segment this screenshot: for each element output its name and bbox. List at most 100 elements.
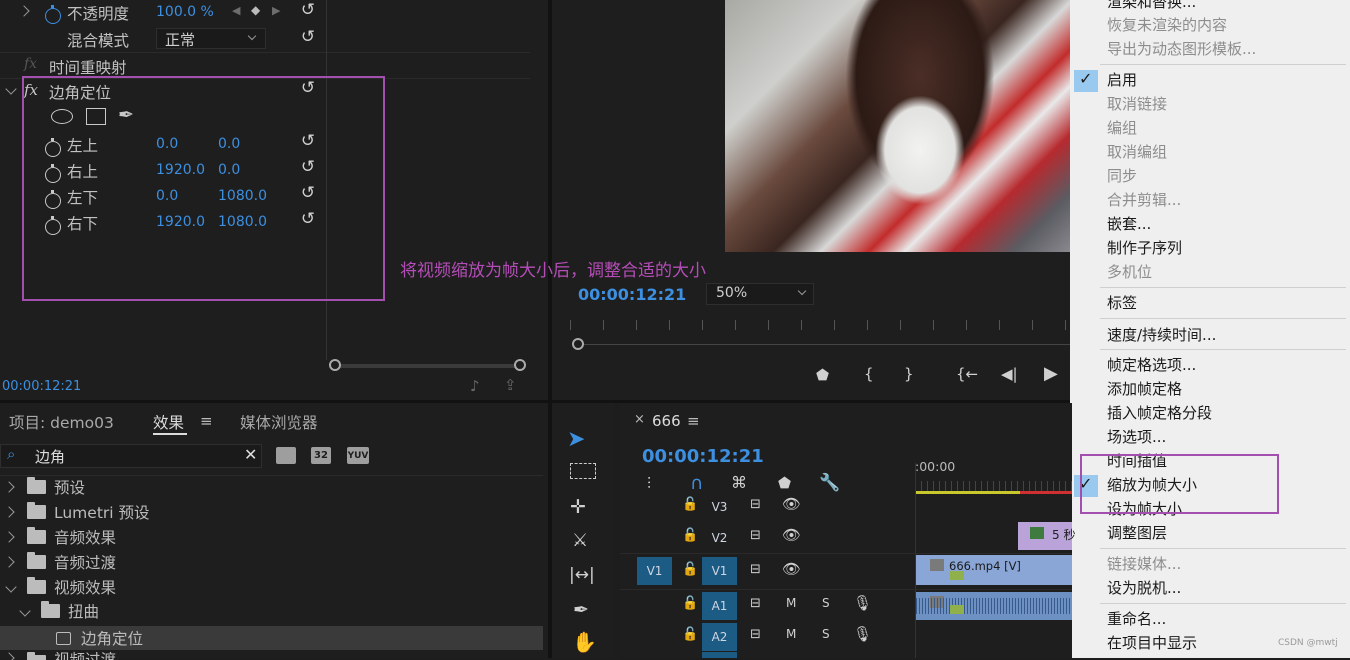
chevron-right-icon[interactable] (3, 481, 15, 493)
clip-a1[interactable] (916, 592, 1072, 620)
menu-item-merge-clips[interactable]: 合并剪辑... (1107, 189, 1181, 211)
blend-mode-dropdown[interactable]: 正常 (156, 28, 266, 49)
clip-v1[interactable]: 666.mp4 [V] (916, 555, 1072, 585)
tab-menu-icon[interactable]: ≡ (200, 412, 213, 430)
menu-item-adjustment-layer[interactable]: 调整图层 (1107, 522, 1167, 544)
export-icon[interactable]: ⇪ (504, 376, 517, 394)
track-target-a2[interactable]: A2 (702, 623, 737, 651)
menu-item-enable[interactable]: 启用 (1107, 69, 1137, 91)
menu-item-make-offline[interactable]: 设为脱机... (1107, 577, 1181, 599)
scrollbar-handle-left[interactable] (329, 359, 341, 371)
timeline-timecode[interactable]: 00:00:12:21 (642, 446, 764, 467)
menu-item-reveal-in-project[interactable]: 在项目中显示 (1107, 632, 1197, 654)
track-target-v1[interactable]: V1 (702, 557, 737, 585)
menu-item-make-subsequence[interactable]: 制作子序列 (1107, 237, 1182, 259)
zoom-dropdown[interactable]: 50% (706, 283, 814, 305)
tree-item-lumetri-presets[interactable]: Lumetri 预设 (0, 500, 543, 524)
lock-icon[interactable]: 🔓 (682, 562, 698, 577)
eye-icon[interactable]: 👁 (782, 526, 801, 544)
menu-item-render-replace[interactable]: 渲染和替换... (1107, 0, 1196, 13)
tab-menu-icon[interactable]: ≡ (687, 412, 700, 430)
razor-tool-icon[interactable]: ⚔ (572, 530, 588, 551)
tree-item-distort[interactable]: 扭曲 (0, 599, 543, 623)
lock-icon[interactable]: 🔓 (682, 627, 698, 642)
chevron-right-icon[interactable] (3, 556, 15, 568)
eye-icon[interactable]: 👁 (782, 560, 801, 578)
tab-effects[interactable]: 效果 (153, 411, 184, 433)
program-timecode[interactable]: 00:00:12:21 (578, 285, 686, 304)
track-target-v3[interactable]: V3 (702, 493, 737, 521)
menu-item-frame-hold-options[interactable]: 帧定格选项... (1107, 354, 1196, 376)
pen-tool-icon[interactable]: ✒ (573, 599, 589, 621)
mute-button[interactable]: M (786, 596, 796, 610)
go-to-in-icon[interactable]: {← (956, 365, 978, 383)
mark-in-icon[interactable]: { (864, 365, 874, 383)
chevron-right-icon[interactable] (3, 506, 15, 518)
step-back-icon[interactable]: ◀| (1001, 365, 1018, 383)
menu-item-group[interactable]: 编组 (1107, 117, 1137, 139)
snap-icon[interactable]: ∩ (690, 473, 703, 494)
menu-item-restore-unrendered[interactable]: 恢复未渲染的内容 (1107, 14, 1227, 36)
add-marker-icon[interactable]: ⬟ (816, 366, 829, 384)
tree-item-video-effects[interactable]: 视频效果 (0, 575, 543, 599)
search-input[interactable]: 边角 (35, 446, 65, 467)
play-icon[interactable]: ▶ (1044, 363, 1058, 384)
next-keyframe-icon[interactable]: ▶ (272, 4, 280, 17)
settings-wrench-icon[interactable]: 🔧 (819, 473, 840, 493)
32bit-effects-icon[interactable]: 32 (311, 447, 331, 464)
track-select-tool-icon[interactable] (570, 463, 596, 479)
source-patch-v1[interactable]: V1 (637, 557, 672, 585)
ec-timecode[interactable]: 00:00:12:21 (2, 379, 81, 394)
sync-lock-icon[interactable]: ⊟ (750, 627, 761, 642)
yuv-effects-icon[interactable]: YUV (347, 447, 369, 464)
lock-icon[interactable]: 🔓 (682, 497, 698, 512)
chevron-down-icon[interactable] (19, 605, 31, 617)
track-target-v2[interactable]: V2 (702, 524, 737, 552)
slip-tool-icon[interactable]: |↔| (569, 565, 595, 585)
menu-item-export-mogrt[interactable]: 导出为动态图形模板... (1107, 38, 1256, 60)
scrollbar-handle-right[interactable] (514, 359, 526, 371)
zoom-scrollbar[interactable] (335, 364, 521, 368)
tree-item-presets[interactable]: 预设 (0, 475, 543, 499)
tab-media-browser[interactable]: 媒体浏览器 (240, 411, 318, 433)
linked-selection-icon[interactable]: ⌘ (731, 473, 747, 492)
chevron-down-icon[interactable] (5, 581, 17, 593)
menu-item-field-options[interactable]: 场选项... (1107, 426, 1166, 448)
menu-item-rename[interactable]: 重命名... (1107, 608, 1166, 630)
program-ruler[interactable] (570, 320, 1072, 330)
timeline-tab[interactable]: 666 (652, 412, 681, 430)
tree-item-video-transitions[interactable]: 视频过渡 (0, 650, 543, 660)
ripple-edit-tool-icon[interactable]: ✛ (570, 496, 586, 518)
playhead-handle[interactable] (572, 338, 584, 350)
chevron-down-icon[interactable] (5, 83, 17, 95)
tree-item-audio-transitions[interactable]: 音频过渡 (0, 550, 543, 574)
menu-item-sync[interactable]: 同步 (1107, 165, 1137, 187)
microphone-icon[interactable]: 🎙 (853, 594, 872, 612)
add-keyframe-icon[interactable]: ◆ (251, 3, 260, 17)
effects-search-field[interactable]: ⌕ 边角 ✕ (0, 444, 262, 468)
tree-item-audio-effects[interactable]: 音频效果 (0, 525, 543, 549)
menu-item-nest[interactable]: 嵌套... (1107, 213, 1151, 235)
stopwatch-icon[interactable] (45, 5, 61, 24)
sync-lock-icon[interactable]: ⊟ (750, 562, 761, 577)
menu-item-add-frame-hold[interactable]: 添加帧定格 (1107, 378, 1182, 400)
hand-tool-icon[interactable]: ✋ (572, 630, 597, 654)
tree-item-corner-pin[interactable]: 边角定位 (0, 626, 543, 650)
chevron-right-icon[interactable] (3, 531, 15, 543)
lock-icon[interactable]: 🔓 (682, 528, 698, 543)
mute-button[interactable]: M (786, 627, 796, 641)
microphone-icon[interactable]: 🎙 (853, 625, 872, 643)
menu-item-multicam[interactable]: 多机位 (1107, 261, 1152, 283)
solo-button[interactable]: S (822, 627, 830, 641)
reset-icon[interactable]: ↺ (298, 28, 318, 46)
solo-button[interactable]: S (822, 596, 830, 610)
eye-icon[interactable]: 👁 (782, 495, 801, 513)
menu-item-ungroup[interactable]: 取消编组 (1107, 141, 1167, 163)
chevron-right-icon[interactable] (18, 5, 30, 17)
prev-keyframe-icon[interactable]: ◀ (232, 4, 240, 17)
menu-item-link-media[interactable]: 链接媒体... (1107, 553, 1181, 575)
nest-toggle-icon[interactable]: ⫶ (647, 474, 651, 494)
menu-item-speed-duration[interactable]: 速度/持续时间... (1107, 324, 1216, 346)
lock-icon[interactable]: 🔓 (682, 596, 698, 611)
audio-play-icon[interactable]: ♪ (470, 377, 480, 395)
